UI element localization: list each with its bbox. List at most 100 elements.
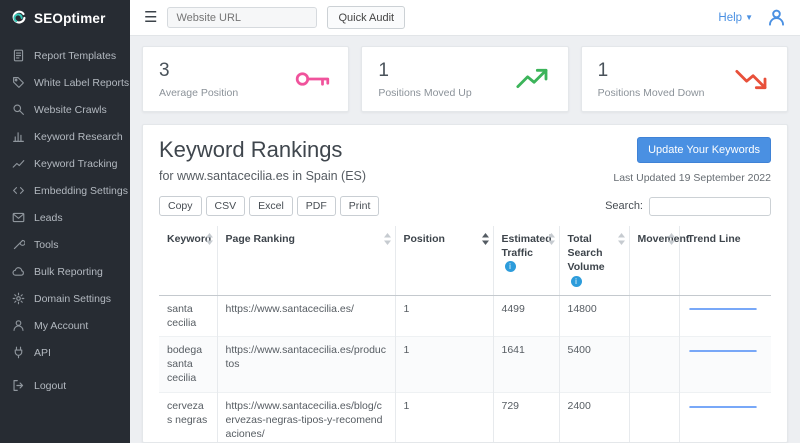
sidebar-item-label: Logout	[34, 380, 66, 392]
column-header-label: Page Ranking	[226, 233, 295, 245]
sort-icon[interactable]	[668, 233, 675, 245]
website-url-input[interactable]	[167, 7, 317, 28]
sidebar-item-leads[interactable]: Leads	[0, 204, 130, 231]
sidebar-item-bulk-reporting[interactable]: Bulk Reporting	[0, 258, 130, 285]
estimated-traffic-cell: 1641	[493, 337, 559, 393]
sidebar-item-tools[interactable]: Tools	[0, 231, 130, 258]
keyword-cell: bodega santa cecilia	[159, 337, 217, 393]
column-header-estimated-traffic[interactable]: Estimated Traffici	[493, 226, 559, 295]
export-excel-button[interactable]: Excel	[249, 196, 293, 216]
stats-row: 3 Average Position 1 Positions Moved Up 1Pos…	[142, 46, 788, 112]
column-header-trend-line: Trend Line	[679, 226, 771, 295]
menu-icon[interactable]: ☰	[144, 10, 157, 25]
stat-card-average-position: 3 Average Position	[142, 46, 349, 112]
export-copy-button[interactable]: Copy	[159, 196, 202, 216]
content: 3Average Position1Positions Moved Up1Pos…	[130, 36, 800, 443]
sidebar-item-api[interactable]: API	[0, 339, 130, 366]
page-ranking-cell: https://www.santacecilia.es/productos	[217, 337, 395, 393]
sidebar-item-label: API	[34, 347, 51, 359]
column-header-label: Position	[404, 233, 445, 245]
keyword-cell: santa cecilia	[159, 295, 217, 336]
search-icon	[12, 103, 25, 116]
quick-audit-button[interactable]: Quick Audit	[327, 6, 405, 29]
keyword-rankings-table: Keyword Page Ranking Position Estimated Tra…	[159, 226, 771, 443]
topbar-right: Help ▼	[718, 8, 786, 27]
stat-text: 3 Average Position	[159, 60, 238, 99]
trend-sparkline	[688, 399, 758, 417]
trend-sparkline	[688, 343, 758, 361]
sidebar-item-label: Domain Settings	[34, 293, 111, 305]
panel-header: Keyword Rankings for www.santacecilia.es…	[159, 137, 771, 184]
gear-icon	[12, 292, 25, 305]
sidebar-item-label: Website Crawls	[34, 104, 107, 116]
sidebar-item-label: Tools	[34, 239, 59, 251]
sidebar-menu: Report Templates White Label Reports Websi…	[0, 36, 130, 399]
sidebar-item-keyword-tracking[interactable]: Keyword Tracking	[0, 150, 130, 177]
sort-icon[interactable]	[618, 233, 625, 245]
stat-value: 1	[378, 60, 471, 82]
search-input[interactable]	[649, 197, 771, 216]
sidebar-item-label: Embedding Settings	[34, 185, 128, 197]
stat-card-positions-moved-down: 1Positions Moved Down	[581, 46, 788, 112]
total-search-volume-cell: 2400	[559, 392, 629, 443]
update-keywords-button[interactable]: Update Your Keywords	[637, 137, 771, 163]
app-window: SEOptimer Report Templates White Label Re…	[0, 0, 800, 443]
topbar: ☰ Quick Audit Help ▼	[130, 0, 800, 36]
column-header-position[interactable]: Position	[395, 226, 493, 295]
total-search-volume-cell: 5400	[559, 337, 629, 393]
embed-icon	[12, 184, 25, 197]
sort-icon[interactable]	[206, 233, 213, 245]
sidebar-item-logout[interactable]: Logout	[0, 372, 130, 399]
export-csv-button[interactable]: CSV	[206, 196, 246, 216]
movement-cell	[629, 392, 679, 443]
plug-icon	[12, 346, 25, 359]
last-updated-text: Last Updated 19 September 2022	[613, 172, 771, 184]
wrench-icon	[12, 238, 25, 251]
user-account-icon[interactable]	[767, 8, 786, 27]
caret-down-icon: ▼	[745, 13, 753, 22]
keyword-table-body: santa ceciliahttps://www.santacecilia.es…	[159, 295, 771, 443]
document-icon	[12, 49, 25, 62]
search-label: Search:	[605, 200, 643, 212]
trend-line-cell	[679, 295, 771, 336]
sidebar-item-website-crawls[interactable]: Website Crawls	[0, 96, 130, 123]
logout-icon	[12, 379, 25, 392]
sidebar-item-domain-settings[interactable]: Domain Settings	[0, 285, 130, 312]
estimated-traffic-cell: 729	[493, 392, 559, 443]
sort-icon[interactable]	[384, 233, 391, 245]
keyword-table-header-row: Keyword Page Ranking Position Estimated Tra…	[159, 226, 771, 295]
table-toolbar: CopyCSVExcelPDFPrint Search:	[159, 196, 771, 216]
sort-icon[interactable]	[482, 233, 489, 245]
column-header-movement[interactable]: Movement	[629, 226, 679, 295]
stat-value: 3	[159, 60, 238, 82]
stat-label: Average Position	[159, 87, 238, 99]
page-title: Keyword Rankings	[159, 137, 366, 163]
table-row: cervezas negrashttps://www.santacecilia.…	[159, 392, 771, 443]
sidebar-item-white-label-reports[interactable]: White Label Reports	[0, 69, 130, 96]
export-pdf-button[interactable]: PDF	[297, 196, 336, 216]
sidebar-item-report-templates[interactable]: Report Templates	[0, 42, 130, 69]
column-header-total-search-volume[interactable]: Total Search Volumei	[559, 226, 629, 295]
sidebar-item-label: Bulk Reporting	[34, 266, 103, 278]
help-menu[interactable]: Help ▼	[718, 12, 753, 24]
logo[interactable]: SEOptimer	[0, 0, 130, 36]
position-cell: 1	[395, 295, 493, 336]
sort-icon[interactable]	[548, 233, 555, 245]
table-row: bodega santa ceciliahttps://www.santacec…	[159, 337, 771, 393]
sidebar-item-label: White Label Reports	[34, 77, 129, 89]
stat-card-positions-moved-up: 1 Positions Moved Up	[361, 46, 568, 112]
info-icon[interactable]: i	[571, 276, 582, 287]
sidebar-item-embedding-settings[interactable]: Embedding Settings	[0, 177, 130, 204]
page-ranking-cell: https://www.santacecilia.es/	[217, 295, 395, 336]
sidebar-item-keyword-research[interactable]: Keyword Research	[0, 123, 130, 150]
column-header-page-ranking[interactable]: Page Ranking	[217, 226, 395, 295]
column-header-keyword[interactable]: Keyword	[159, 226, 217, 295]
estimated-traffic-cell: 4499	[493, 295, 559, 336]
export-print-button[interactable]: Print	[340, 196, 380, 216]
stat-label: Positions Moved Up	[378, 87, 471, 99]
info-icon[interactable]: i	[505, 261, 516, 272]
page-subtitle: for www.santacecilia.es in Spain (ES)	[159, 169, 366, 183]
sidebar-item-my-account[interactable]: My Account	[0, 312, 130, 339]
column-header-label: Trend Line	[688, 233, 741, 245]
help-label: Help	[718, 12, 742, 24]
